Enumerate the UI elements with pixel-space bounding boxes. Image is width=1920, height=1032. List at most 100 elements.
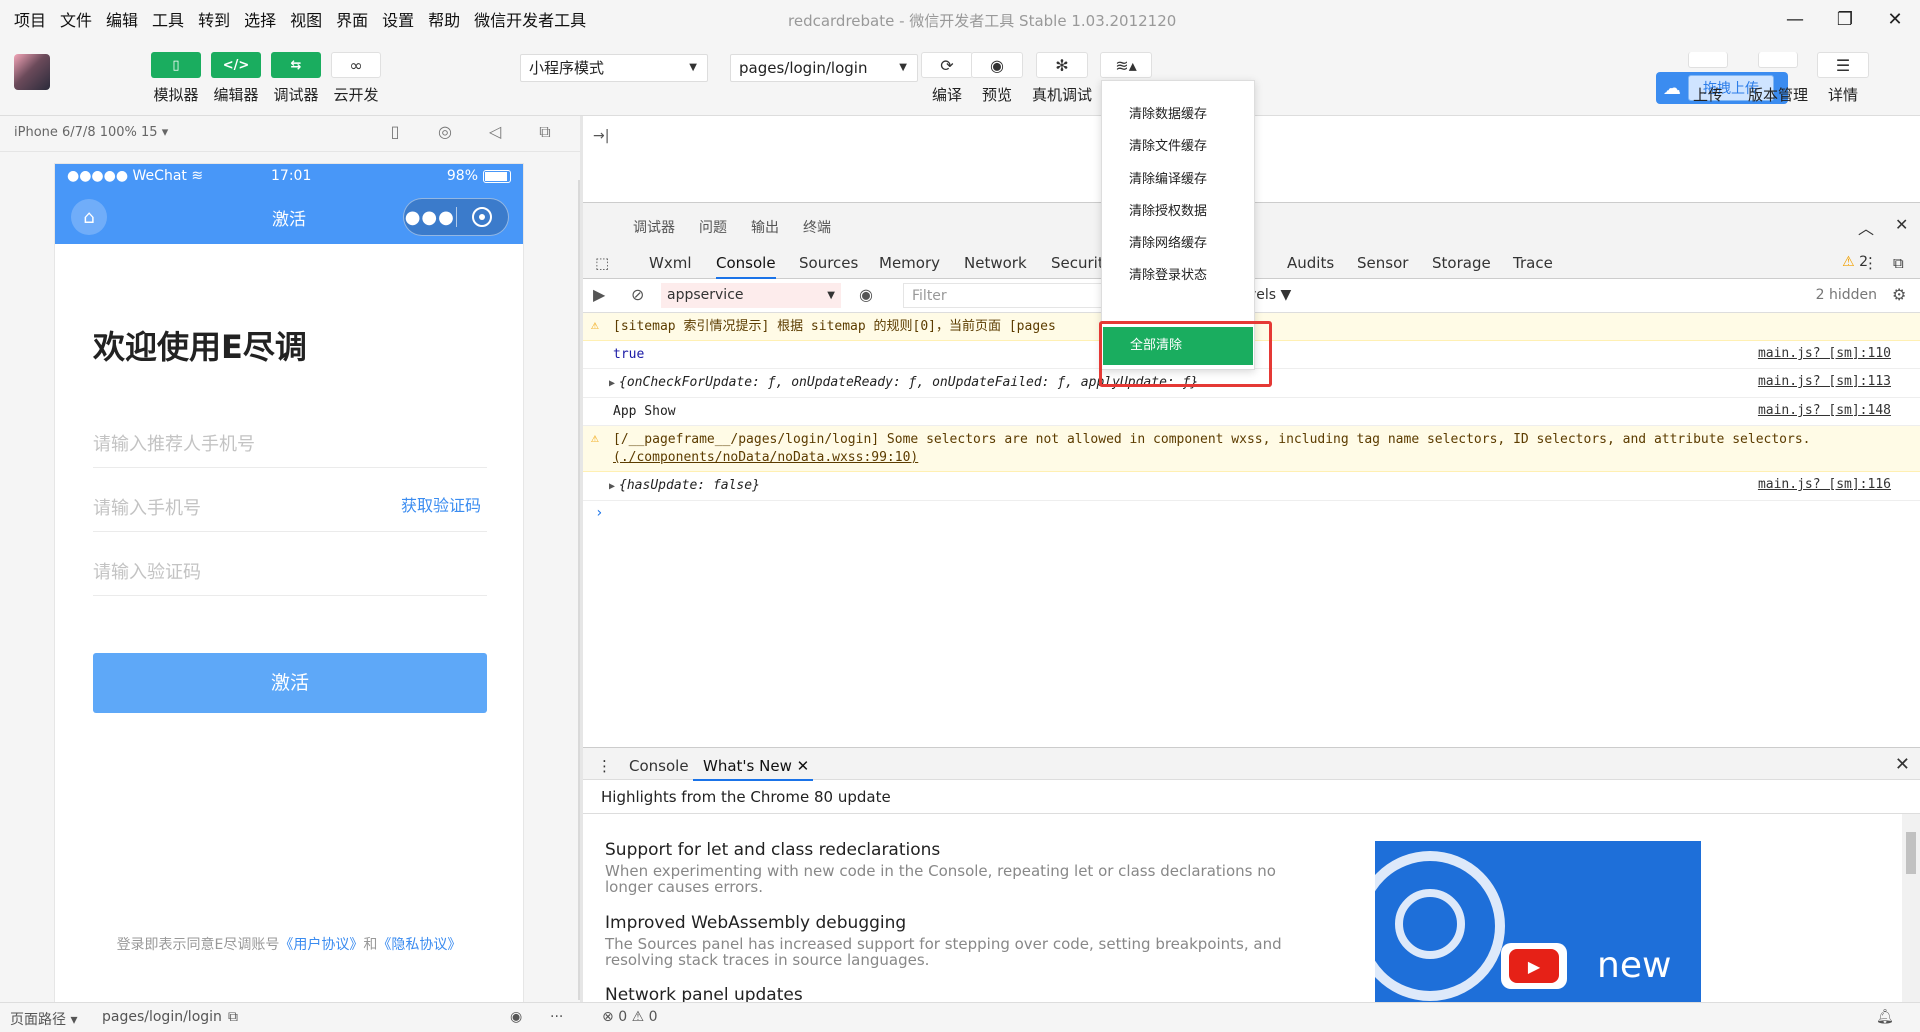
menu-bar: 项目 文件 编辑 工具 转到 选择 视图 界面 设置 帮助 微信开发者工具 redcardrebat…: [0, 0, 1920, 38]
mode-select[interactable]: 小程序模式 ▼: [520, 54, 708, 82]
close-mini-program-icon[interactable]: [456, 207, 508, 227]
menu-item-clear-login[interactable]: 清除登录状态: [1129, 264, 1207, 283]
menu-item-clear-data[interactable]: 清除数据缓存: [1129, 103, 1207, 122]
close-icon[interactable]: ✕: [1870, 0, 1920, 38]
phone-outline-icon[interactable]: ▯: [370, 122, 420, 142]
eye-icon[interactable]: ◉: [510, 1009, 522, 1025]
menu-item[interactable]: 界面: [336, 7, 368, 31]
settings-gear-icon[interactable]: ⚙: [1892, 285, 1906, 304]
menu-item[interactable]: 微信开发者工具: [474, 7, 586, 31]
drawer-tab-whats-new[interactable]: What's New ✕: [693, 757, 814, 781]
filter-input[interactable]: Filter: [903, 283, 1123, 308]
get-code-link[interactable]: 获取验证码: [401, 492, 481, 516]
details-button[interactable]: ☰ 详情: [1817, 52, 1869, 105]
dock-icon[interactable]: ⧉: [1893, 254, 1904, 272]
debugger-label: 调试器: [273, 86, 319, 104]
notification-bell-icon[interactable]: 🔔︎: [1876, 1009, 1894, 1025]
close-tab-icon[interactable]: ✕: [797, 757, 810, 775]
source-link[interactable]: main.js? [sm]:113: [1758, 374, 1891, 389]
expand-sidebar-icon[interactable]: →|: [593, 128, 609, 144]
inspect-icon[interactable]: ⬚: [595, 254, 609, 272]
preview-button[interactable]: ◉ 预览: [971, 52, 1023, 105]
tab-trace[interactable]: Trace: [1513, 254, 1553, 272]
tab-console[interactable]: Console: [716, 254, 776, 279]
simulator-button[interactable]: ▯ 模拟器: [151, 52, 201, 105]
drawer-tab-console[interactable]: Console: [629, 757, 689, 775]
eye-icon[interactable]: ◉: [859, 285, 873, 304]
remote-debug-button[interactable]: ✻ 真机调试: [1032, 52, 1092, 105]
page-select[interactable]: pages/login/login ▼: [730, 54, 918, 82]
context-select[interactable]: appservice ▼: [661, 283, 841, 308]
tab-network[interactable]: Network: [964, 254, 1027, 272]
menu-item[interactable]: 项目: [14, 7, 46, 31]
more-icon[interactable]: ···: [550, 1009, 563, 1025]
clear-console-icon[interactable]: ⊘: [631, 285, 644, 304]
tab-memory[interactable]: Memory: [879, 254, 940, 272]
console-row[interactable]: ▶ {hasUpdate: false} main.js? [sm]:116: [583, 472, 1920, 501]
record-icon[interactable]: ◎: [420, 122, 470, 142]
wxss-source-link[interactable]: (./components/noData/noData.wxss:99:10): [583, 449, 1920, 467]
tab-debugger[interactable]: 调试器: [633, 217, 675, 237]
popout-icon[interactable]: ⧉: [520, 122, 570, 142]
tab-sensor[interactable]: Sensor: [1357, 254, 1408, 272]
tab-issues[interactable]: 问题: [699, 217, 727, 237]
remote-debug-label: 真机调试: [1032, 86, 1093, 104]
phone-field[interactable]: 请输入手机号 获取验证码: [93, 480, 487, 532]
feature-item[interactable]: Improved WebAssembly debugging The Sourc…: [605, 913, 1325, 968]
tab-wxml[interactable]: Wxml: [649, 254, 692, 272]
device-select[interactable]: iPhone 6/7/8 100% 15 ▾: [14, 125, 168, 140]
version-button[interactable]: 版本管理: [1748, 52, 1808, 105]
avatar[interactable]: [14, 54, 50, 90]
console-prompt[interactable]: ›: [583, 501, 1920, 521]
activate-button[interactable]: 激活: [93, 653, 487, 713]
code-field[interactable]: 请输入验证码: [93, 544, 487, 596]
drawer-menu-icon[interactable]: ⋮: [597, 757, 612, 775]
sidebar-toggle-icon[interactable]: ▶: [593, 285, 605, 304]
menu-item[interactable]: 设置: [382, 7, 414, 31]
feature-desc: When experimenting with new code in the …: [605, 862, 1276, 896]
compile-button[interactable]: ⟳ 编译: [921, 52, 973, 105]
error-counter[interactable]: ⊗ 0 ⚠ 0: [602, 1009, 658, 1025]
debugger-button[interactable]: ⇆ 调试器: [271, 52, 321, 105]
menu-item-clear-compile[interactable]: 清除编译缓存: [1129, 168, 1207, 187]
source-link[interactable]: main.js? [sm]:110: [1758, 346, 1891, 361]
minimize-icon[interactable]: —: [1770, 0, 1820, 38]
tab-output[interactable]: 输出: [751, 217, 779, 237]
more-icon[interactable]: ●●●: [404, 207, 456, 228]
copy-icon[interactable]: ⧉: [228, 1009, 238, 1025]
cloud-dev-button[interactable]: ∞ 云开发: [331, 52, 381, 105]
menu-item[interactable]: 文件: [60, 7, 92, 31]
menu-item-clear-auth[interactable]: 清除授权数据: [1129, 200, 1207, 219]
menu-item[interactable]: 选择: [244, 7, 276, 31]
menu-item[interactable]: 编辑: [106, 7, 138, 31]
user-agreement-link[interactable]: 《用户协议》: [279, 937, 363, 953]
tab-terminal[interactable]: 终端: [803, 217, 831, 237]
tab-audits[interactable]: Audits: [1287, 254, 1334, 272]
tab-sources[interactable]: Sources: [799, 254, 858, 272]
menu-item-clear-network[interactable]: 清除网络缓存: [1129, 232, 1207, 251]
menu-item[interactable]: 帮助: [428, 7, 460, 31]
menu-item[interactable]: 视图: [290, 7, 322, 31]
collapse-icon[interactable]: ︿: [1858, 215, 1874, 239]
feature-item[interactable]: Support for let and class redeclarations…: [605, 840, 1325, 895]
menu-item[interactable]: 转到: [198, 7, 230, 31]
more-vertical-icon[interactable]: ⋮: [1863, 254, 1878, 272]
upload-button[interactable]: 上传: [1688, 52, 1728, 105]
editor-button[interactable]: </> 编辑器: [211, 52, 261, 105]
close-drawer-icon[interactable]: ✕: [1895, 754, 1910, 775]
privacy-agreement-link[interactable]: 《隐私协议》: [377, 937, 461, 953]
drawer-scrollbar[interactable]: [1902, 814, 1920, 1003]
clear-cache-button[interactable]: ≋▴: [1100, 52, 1152, 78]
menu-item-clear-files[interactable]: 清除文件缓存: [1129, 135, 1207, 154]
source-link[interactable]: main.js? [sm]:116: [1758, 477, 1891, 492]
volume-icon[interactable]: ◁: [470, 122, 520, 142]
maximize-icon[interactable]: ❐: [1820, 0, 1870, 38]
tab-storage[interactable]: Storage: [1432, 254, 1491, 272]
chrome-update-video[interactable]: ▶ new: [1375, 841, 1701, 1003]
referrer-phone-field[interactable]: 请输入推荐人手机号: [93, 416, 487, 468]
source-link[interactable]: main.js? [sm]:148: [1758, 403, 1891, 418]
feature-item[interactable]: Network panel updates: [605, 985, 1325, 1003]
close-devtools-icon[interactable]: ✕: [1895, 215, 1908, 234]
menu-item[interactable]: 工具: [152, 7, 184, 31]
page-path-select[interactable]: 页面路径 ▾: [10, 1009, 77, 1029]
